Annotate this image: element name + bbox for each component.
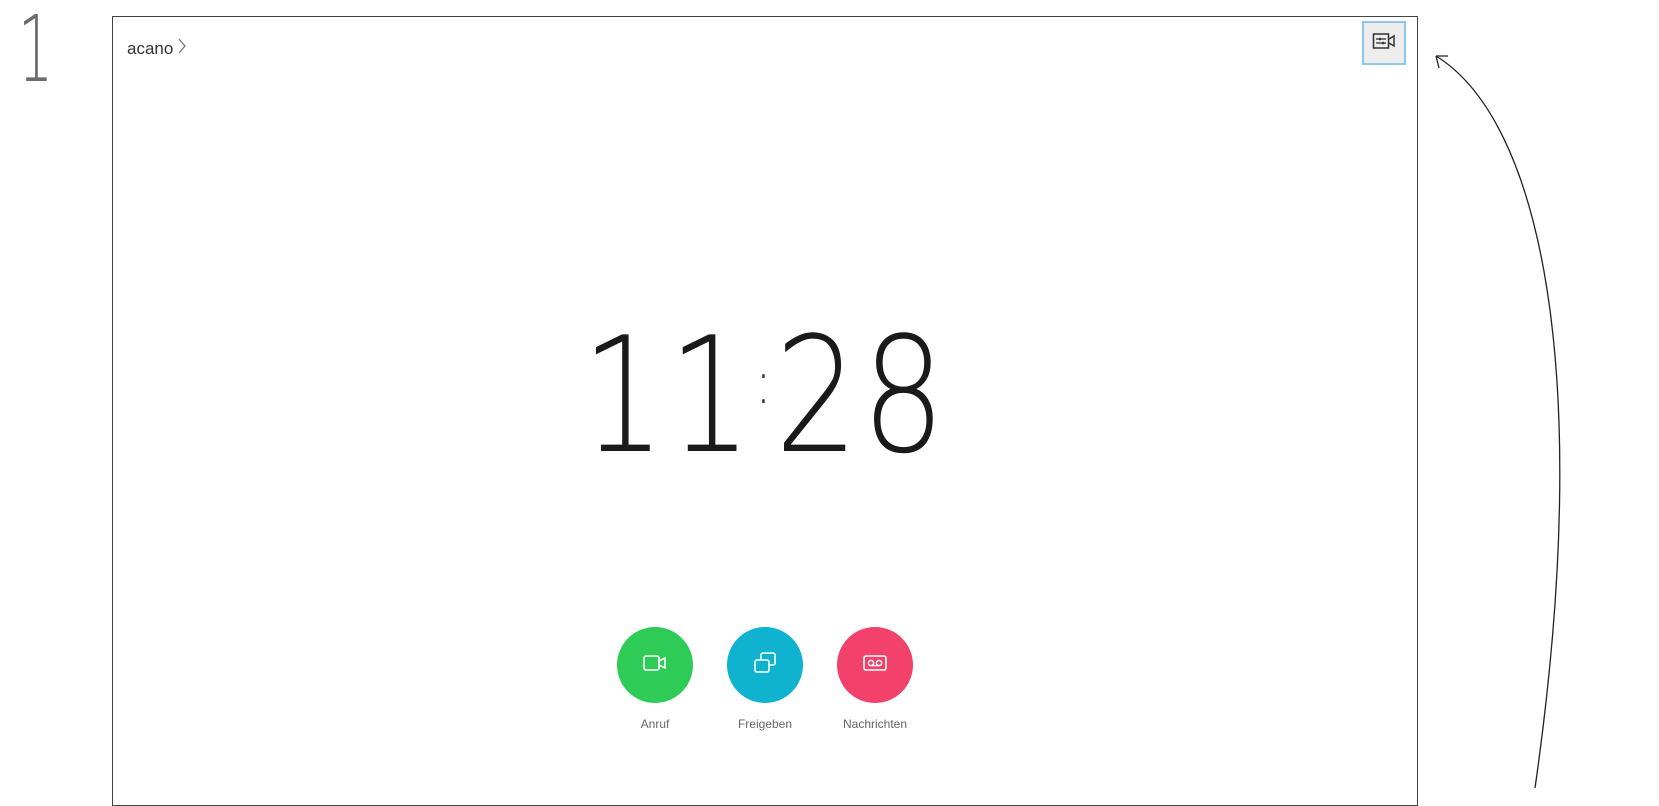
video-camera-icon: [642, 653, 668, 678]
clock-separator: :: [755, 348, 775, 418]
share-screen-icon: [752, 650, 778, 681]
contact-name-link[interactable]: acano: [127, 37, 187, 60]
clock-display: 11:28: [230, 302, 1299, 489]
camera-control-button[interactable]: [1362, 21, 1406, 65]
camera-control-icon: [1372, 31, 1396, 56]
share-label: Freigeben: [737, 717, 793, 731]
messages-label: Nachrichten: [842, 717, 908, 731]
messages-circle[interactable]: [837, 627, 913, 703]
call-circle[interactable]: [617, 627, 693, 703]
call-button[interactable]: Anruf: [600, 627, 710, 731]
share-circle[interactable]: [727, 627, 803, 703]
clock-minutes: 28: [774, 302, 949, 489]
touch-screen: acano 11:28 Anruf Freigeben Nachrichten: [112, 16, 1418, 806]
share-button[interactable]: Freigeben: [710, 627, 820, 731]
step-number: 1: [18, 0, 54, 103]
contact-name: acano: [127, 38, 174, 58]
voicemail-icon: [862, 653, 888, 678]
call-label: Anruf: [640, 717, 670, 731]
clock-hours: 11: [581, 302, 756, 489]
instruction-arrow-icon: [1435, 55, 1561, 788]
chevron-right-icon: [177, 37, 187, 60]
messages-button[interactable]: Nachrichten: [820, 627, 930, 731]
action-bar: Anruf Freigeben Nachrichten: [113, 627, 1417, 731]
